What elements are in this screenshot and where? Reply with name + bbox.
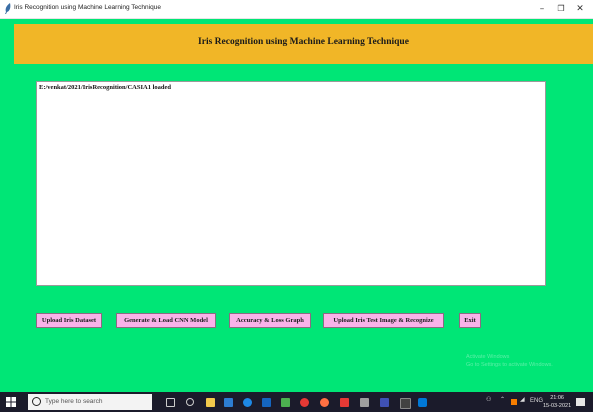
notification-icon[interactable] <box>576 398 585 406</box>
exit-button[interactable]: Exit <box>459 313 481 328</box>
task-view-icon[interactable] <box>166 398 175 407</box>
upload-iris-dataset-button[interactable]: Upload Iris Dataset <box>36 313 102 328</box>
python-idle-icon[interactable] <box>418 398 427 407</box>
cortana-icon[interactable] <box>186 398 194 406</box>
upload-test-image-recognize-button[interactable]: Upload Iris Test Image & Recognize <box>323 313 444 328</box>
window-title-bar: Iris Recognition using Machine Learning … <box>0 0 593 19</box>
store-icon[interactable] <box>206 398 215 407</box>
people-icon[interactable]: ⚇ <box>486 396 491 403</box>
generate-load-cnn-model-button[interactable]: Generate & Load CNN Model <box>116 313 216 328</box>
taskbar-search-input[interactable]: Type here to search <box>28 394 152 410</box>
app-red-icon[interactable] <box>340 398 349 407</box>
accuracy-loss-graph-button[interactable]: Accuracy & Loss Graph <box>229 313 311 328</box>
tray-chevron-icon[interactable]: ⌃ <box>500 396 505 403</box>
chrome-icon[interactable] <box>300 398 309 407</box>
window-title: Iris Recognition using Machine Learning … <box>14 4 161 11</box>
search-icon <box>32 397 41 406</box>
watermark-line-1: Activate Windows <box>466 354 510 360</box>
taskbar: Type here to search ⚇ ⌃ ◢ ENG 21:06 15-0… <box>0 392 593 412</box>
folder-icon[interactable] <box>360 398 369 407</box>
app-icon[interactable] <box>320 398 329 407</box>
feather-icon <box>5 3 11 14</box>
taskbar-clock[interactable]: 21:06 15-03-2021 <box>543 394 571 410</box>
app-window: Iris Recognition using Machine Learning … <box>0 19 593 392</box>
maximize-button[interactable]: ❐ <box>551 1 571 17</box>
minimize-button[interactable]: – <box>532 1 552 17</box>
tray-app-icon[interactable] <box>511 399 517 405</box>
watermark-line-2: Go to Settings to activate Windows. <box>466 362 553 368</box>
windows-start-icon[interactable] <box>6 397 16 407</box>
clock-time: 21:06 <box>550 395 564 401</box>
activate-windows-watermark: Activate Windows Go to Settings to activ… <box>466 353 553 369</box>
python-icon[interactable] <box>380 398 389 407</box>
header-banner: Iris Recognition using Machine Learning … <box>14 24 593 64</box>
search-placeholder: Type here to search <box>45 398 103 405</box>
close-button[interactable]: ✕ <box>570 1 590 17</box>
network-icon[interactable]: ◢ <box>520 396 525 403</box>
mail-icon[interactable] <box>262 398 271 407</box>
output-textarea[interactable]: E:/venkat/2021/IrisRecognition/CASIA1 lo… <box>36 81 546 286</box>
page-title: Iris Recognition using Machine Learning … <box>198 37 409 47</box>
output-text: E:/venkat/2021/IrisRecognition/CASIA1 lo… <box>39 84 171 91</box>
media-icon[interactable] <box>281 398 290 407</box>
clock-date: 15-03-2021 <box>543 403 572 409</box>
language-indicator[interactable]: ENG <box>530 398 543 404</box>
edge-icon[interactable] <box>224 398 233 407</box>
terminal-icon[interactable] <box>400 398 411 409</box>
file-explorer-icon[interactable] <box>243 398 252 407</box>
